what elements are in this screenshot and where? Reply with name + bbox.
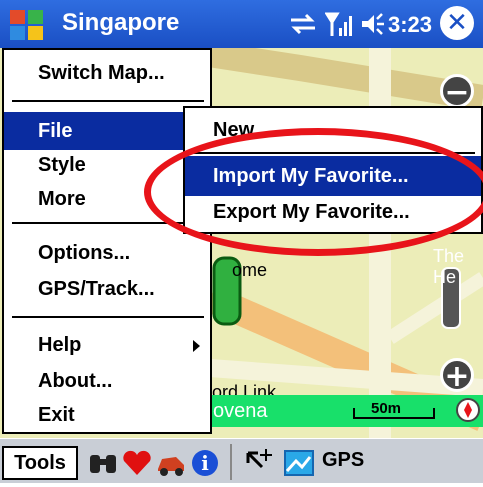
connectivity-icon[interactable]: [289, 10, 317, 38]
menu-item-label: Help: [38, 334, 82, 356]
menu-item-exit[interactable]: Exit: [4, 396, 210, 434]
file-submenu: New... Import My Favorite... Export My F…: [183, 106, 483, 234]
street-name: ovena: [213, 400, 268, 422]
binoculars-icon[interactable]: [86, 447, 120, 479]
zoom-in-button[interactable]: +: [440, 358, 474, 393]
menu-item-style[interactable]: Style: [4, 146, 210, 184]
gps-button[interactable]: GPS: [322, 449, 364, 472]
menu-item-file[interactable]: File: [4, 112, 210, 150]
menu-item-about[interactable]: About...: [4, 362, 210, 400]
map-place-label: The He: [433, 246, 465, 287]
menu-separator: [12, 222, 204, 224]
car-icon[interactable]: [154, 447, 188, 479]
heart-icon[interactable]: [120, 447, 154, 479]
menu-item-label: File: [38, 120, 73, 142]
submenu-arrow-icon: [193, 340, 200, 352]
submenu-item-export-favorite[interactable]: Export My Favorite...: [185, 192, 481, 232]
submenu-item-import-favorite[interactable]: Import My Favorite...: [185, 156, 481, 196]
signal-strength-icon[interactable]: [325, 10, 355, 38]
arrow-pointer-icon[interactable]: [242, 447, 276, 479]
menu-separator: [12, 316, 204, 318]
tools-menu: Switch Map... File Style More Options...…: [2, 48, 212, 434]
zoom-out-button[interactable]: −: [440, 74, 474, 109]
menu-separator: [12, 100, 204, 102]
menu-item-switch-map[interactable]: Switch Map...: [4, 54, 210, 92]
info-icon-glyph: i: [201, 451, 209, 475]
menu-item-options[interactable]: Options...: [4, 234, 210, 272]
volume-icon[interactable]: [358, 10, 386, 38]
menu-item-help[interactable]: Help: [4, 326, 210, 364]
window-title: Singapore: [62, 9, 180, 36]
menu-item-label: More: [38, 188, 86, 210]
tools-menu-button[interactable]: Tools: [2, 446, 78, 480]
submenu-item-new[interactable]: New...: [185, 110, 481, 150]
submenu-separator: [191, 152, 475, 154]
compass-icon[interactable]: [456, 398, 480, 422]
scale-label: 50m: [371, 400, 402, 417]
windows-start-icon[interactable]: [8, 6, 46, 42]
clock: 3:23: [388, 12, 433, 37]
info-icon[interactable]: i: [188, 447, 222, 479]
close-button[interactable]: ✕: [440, 6, 474, 40]
map-road-label: ome: [232, 260, 268, 280]
toolbar-divider: [230, 444, 232, 480]
map-view-icon[interactable]: [282, 447, 316, 479]
menu-item-label: Style: [38, 154, 86, 176]
title-bar: Singapore 3:23 ✕: [0, 0, 483, 48]
menu-item-gps-track[interactable]: GPS/Track...: [4, 270, 210, 308]
menu-item-more[interactable]: More: [4, 180, 210, 218]
